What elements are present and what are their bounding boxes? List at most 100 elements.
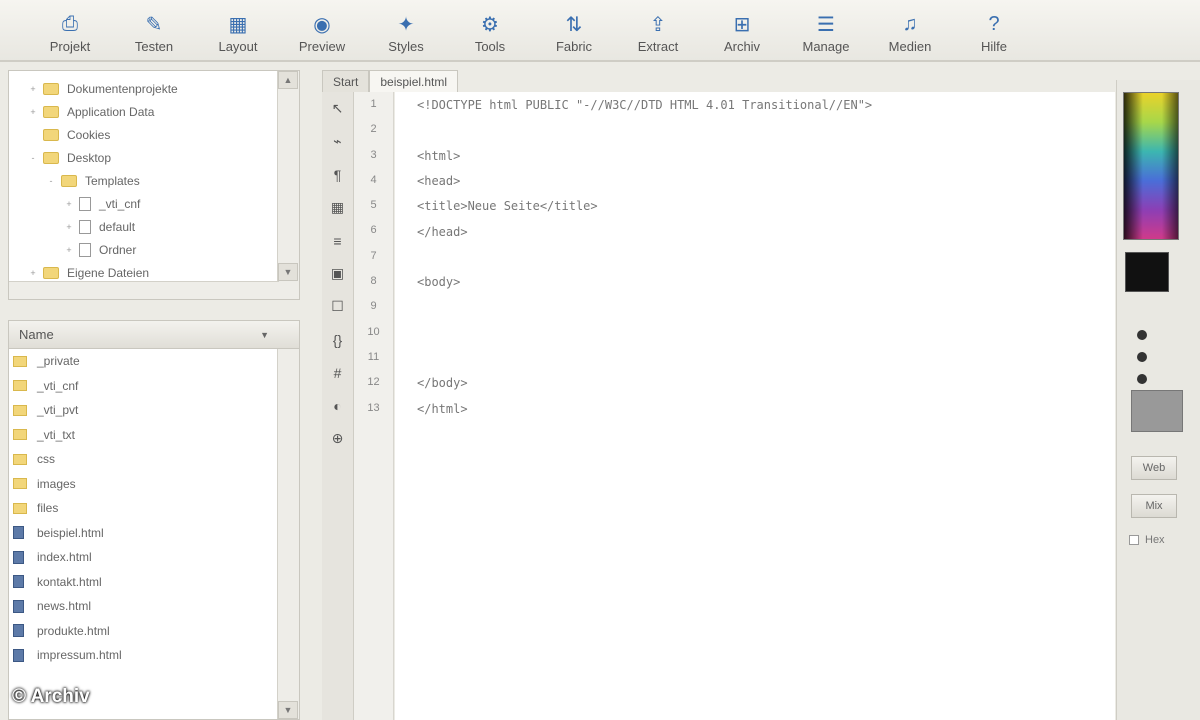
palette-option-dot[interactable]	[1137, 374, 1147, 384]
style-icon[interactable]: #	[322, 356, 353, 389]
list-icon[interactable]: ≡	[322, 224, 353, 257]
folder-icon	[13, 429, 27, 441]
toolbar-button-styles[interactable]: ✦ Styles	[364, 0, 448, 60]
toolbar-button-fabric[interactable]: ⇅ Fabric	[532, 0, 616, 60]
folder-icon	[13, 355, 27, 367]
code-line: <head>	[417, 173, 461, 188]
scroll-up-icon[interactable]: ▲	[278, 71, 298, 89]
palette-mix-button[interactable]: Mix	[1131, 494, 1177, 518]
image-icon[interactable]: ▣	[322, 257, 353, 290]
collapse-icon[interactable]: -	[27, 153, 39, 163]
file-list-item[interactable]: news.html	[9, 594, 299, 619]
color-icon[interactable]: ◐	[322, 389, 353, 422]
file-list-header[interactable]: Name ▼	[9, 321, 299, 349]
expand-icon[interactable]: +	[27, 84, 39, 94]
tree-vertical-scrollbar[interactable]: ▲ ▼	[277, 71, 299, 299]
extract-icon: ⇪	[649, 13, 667, 36]
collapse-icon[interactable]: -	[45, 176, 57, 186]
html-file-icon	[13, 624, 24, 638]
file-list-item[interactable]: files	[9, 496, 299, 521]
editor-tab[interactable]: Start	[322, 70, 370, 92]
layout-icon: ▦	[228, 13, 248, 36]
color-spectrum[interactable]	[1123, 92, 1179, 240]
tree-item[interactable]: + Ordner	[9, 238, 299, 261]
gray-color-block[interactable]	[1131, 390, 1183, 432]
paragraph-icon[interactable]: ¶	[322, 158, 353, 191]
toolbar-button-medien[interactable]: ♫ Medien	[868, 0, 952, 60]
script-icon[interactable]: {}	[322, 323, 353, 356]
file-list-item[interactable]: produkte.html	[9, 619, 299, 644]
tree-item-label: Dokumentenprojekte	[67, 81, 178, 96]
expand-icon[interactable]: +	[27, 107, 39, 117]
tree-item[interactable]: + Dokumentenprojekte	[9, 77, 299, 100]
expand-icon[interactable]: +	[63, 245, 75, 255]
file-list-item[interactable]: impressum.html	[9, 643, 299, 668]
html-file-icon	[13, 526, 24, 540]
toolbar-button-testen[interactable]: ✎ Testen	[112, 0, 196, 60]
file-list-item[interactable]: _private	[9, 349, 299, 374]
hex-checkbox[interactable]	[1129, 535, 1139, 545]
toolbar-button-manage[interactable]: ☰ Manage	[784, 0, 868, 60]
file-list-scrollbar[interactable]: ▼	[277, 349, 299, 719]
tools-icon: ⚙	[481, 13, 499, 36]
tree-item[interactable]: - Desktop	[9, 146, 299, 169]
file-name: css	[37, 452, 55, 467]
tree-item[interactable]: + Application Data	[9, 100, 299, 123]
file-list-item[interactable]: _vti_pvt	[9, 398, 299, 423]
form-icon[interactable]: ☐	[322, 290, 353, 323]
tree-item-label: Cookies	[67, 127, 111, 142]
tree-item[interactable]: + _vti_cnf	[9, 192, 299, 215]
tree-item[interactable]: + default	[9, 215, 299, 238]
editor-tab[interactable]: beispiel.html	[369, 70, 459, 92]
expand-icon[interactable]: +	[63, 222, 75, 232]
folder-tree: + Dokumentenprojekte + Application Data Cook…	[9, 71, 299, 284]
file-list-panel: Name ▼ _private _vti_cnf _vti_pvt _vti_txtc…	[8, 320, 300, 720]
file-name: _vti_pvt	[37, 403, 79, 418]
file-name: produkte.html	[37, 623, 110, 638]
expand-icon[interactable]: +	[63, 199, 75, 209]
html-file-icon	[13, 648, 24, 662]
toolbar-button-archiv[interactable]: ⊞ Archiv	[700, 0, 784, 60]
line-number: 5	[370, 199, 377, 212]
toolbar-button-hilfe[interactable]: ? Hilfe	[952, 0, 1036, 60]
file-name: _private	[37, 354, 80, 369]
folder-icon	[13, 404, 27, 416]
file-list-item[interactable]: _vti_cnf	[9, 374, 299, 399]
zoom-icon[interactable]: ⊕	[322, 422, 353, 455]
file-name: _vti_txt	[37, 427, 76, 442]
scroll-down-icon[interactable]: ▼	[278, 701, 298, 719]
current-color-swatch[interactable]	[1125, 252, 1169, 292]
toolbar-button-extract[interactable]: ⇪ Extract	[616, 0, 700, 60]
toolbar-button-tools[interactable]: ⚙ Tools	[448, 0, 532, 60]
file-name: kontakt.html	[37, 574, 102, 589]
palette-option-dot[interactable]	[1137, 352, 1147, 362]
line-number: 10	[367, 325, 380, 338]
tree-horizontal-scrollbar[interactable]	[9, 281, 279, 299]
expand-icon[interactable]: +	[27, 268, 39, 278]
tree-item[interactable]: - Templates	[9, 169, 299, 192]
code-editor[interactable]: <!DOCTYPE html PUBLIC "-//W3C//DTD HTML …	[395, 92, 1115, 720]
project-icon: ⎙	[62, 12, 78, 35]
toolbar-button-label: Extract	[637, 39, 679, 54]
toolbar-button-preview[interactable]: ◉ Preview	[280, 0, 364, 60]
link-icon[interactable]: ⌁	[322, 125, 353, 158]
toolbar-button-projekt[interactable]: ⎙ Projekt	[28, 0, 112, 60]
code-line: <html>	[417, 148, 461, 163]
palette-option-dot[interactable]	[1137, 330, 1147, 340]
file-list-item[interactable]: css	[9, 447, 299, 472]
cursor-icon[interactable]: ↖	[322, 92, 353, 125]
file-list-item[interactable]: images	[9, 472, 299, 497]
hex-option-label: Hex	[1145, 534, 1165, 546]
file-list-item[interactable]: beispiel.html	[9, 521, 299, 546]
sort-arrow-icon[interactable]: ▼	[260, 330, 269, 340]
line-number: 3	[370, 148, 377, 161]
file-list-item[interactable]: _vti_txt	[9, 423, 299, 448]
tree-item[interactable]: Cookies	[9, 123, 299, 146]
scroll-down-icon[interactable]: ▼	[278, 263, 298, 281]
toolbar-button-layout[interactable]: ▦ Layout	[196, 0, 280, 60]
hex-option[interactable]: Hex	[1129, 534, 1165, 546]
file-list-item[interactable]: kontakt.html	[9, 570, 299, 595]
palette-web-button[interactable]: Web	[1131, 456, 1177, 480]
table-icon[interactable]: ▦	[322, 191, 353, 224]
file-list-item[interactable]: index.html	[9, 545, 299, 570]
